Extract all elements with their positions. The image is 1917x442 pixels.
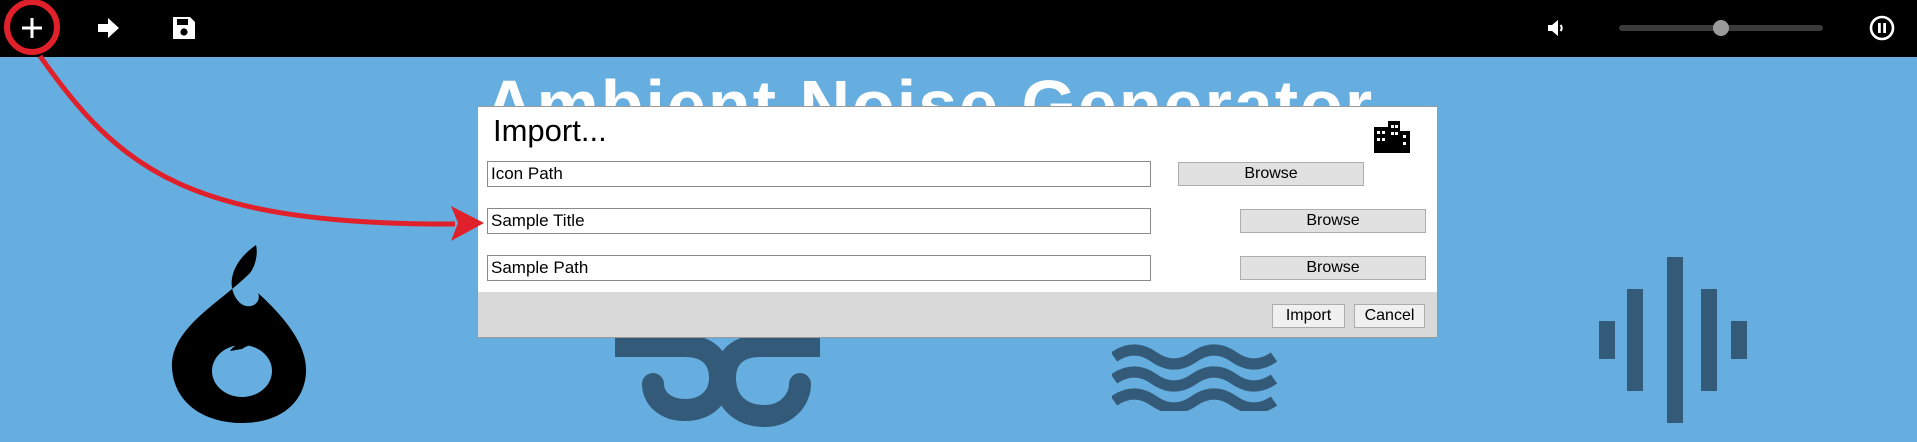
wind-icon[interactable] [615, 336, 820, 442]
water-waves-icon[interactable] [1112, 343, 1282, 411]
browse-icon-path-button[interactable]: Browse [1178, 162, 1364, 186]
add-button[interactable] [12, 8, 52, 48]
volume-button[interactable] [1537, 8, 1577, 48]
sample-path-field[interactable] [487, 255, 1151, 281]
dialog-footer: Import Cancel [478, 292, 1437, 337]
arrow-right-icon [98, 18, 119, 38]
browse-sample-path-button[interactable]: Browse [1240, 256, 1426, 280]
toolbar [0, 0, 1917, 57]
annotation-arrow-line [37, 54, 456, 227]
plus-icon [22, 18, 42, 38]
icon-path-field[interactable] [487, 161, 1151, 187]
city-buildings-icon [1374, 121, 1410, 153]
cancel-button[interactable]: Cancel [1354, 304, 1425, 328]
speaker-icon [1548, 20, 1563, 36]
browse-sample-title-button[interactable]: Browse [1240, 209, 1426, 233]
volume-slider[interactable] [1619, 20, 1823, 36]
sound-waveform-icon[interactable] [1597, 255, 1751, 425]
pause-circle-icon [1869, 15, 1895, 41]
next-button[interactable] [88, 8, 128, 48]
import-button[interactable]: Import [1272, 304, 1345, 328]
sample-title-field[interactable] [487, 208, 1151, 234]
save-button[interactable] [164, 8, 204, 48]
import-dialog: Import... Browse Browse Browse Import Ca… [477, 106, 1438, 338]
volume-slider-thumb[interactable] [1713, 20, 1729, 36]
fire-icon[interactable] [170, 243, 310, 425]
dialog-title: Import... [493, 113, 607, 148]
pause-button[interactable] [1862, 8, 1902, 48]
floppy-disk-icon [173, 17, 195, 39]
